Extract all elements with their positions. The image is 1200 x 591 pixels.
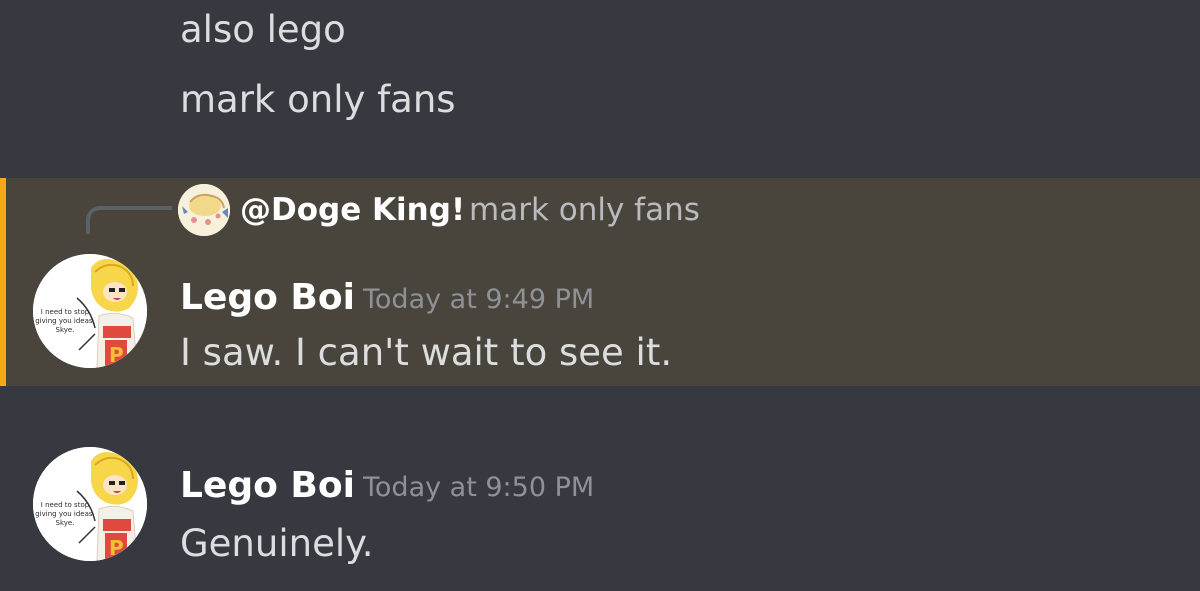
reply-author-avatar[interactable]: [178, 184, 230, 236]
reply-connector: [86, 206, 172, 234]
svg-text:P: P: [109, 343, 124, 367]
mention-highlight-bar: [0, 178, 6, 386]
reply-preview-text[interactable]: mark only fans: [469, 190, 700, 230]
mentioned-message[interactable]: @Doge King! mark only fans P I need to s…: [0, 178, 1200, 386]
chat-message-list: also lego mark only fans @Doge King! mar…: [0, 0, 1200, 591]
message-text-mark-only-fans: mark only fans: [180, 78, 456, 121]
message-timestamp[interactable]: Today at 9:49 PM: [363, 280, 594, 320]
svg-text:P: P: [109, 536, 124, 560]
user-avatar[interactable]: P I need to stop giving you ideas, Skye.: [33, 254, 147, 368]
message-text: Genuinely.: [180, 522, 374, 565]
username[interactable]: Lego Boi: [180, 276, 355, 320]
username[interactable]: Lego Boi: [180, 464, 355, 508]
doge-king-avatar-art: [178, 184, 230, 236]
lego-boi-avatar-art: P: [33, 447, 147, 561]
lego-boi-avatar-art: P: [33, 254, 147, 368]
message-timestamp[interactable]: Today at 9:50 PM: [363, 468, 594, 508]
user-avatar[interactable]: P I need to stop giving you ideas, Skye.: [33, 447, 147, 561]
reply-author-mention[interactable]: @Doge King!: [240, 190, 465, 230]
message-text-also-lego: also lego: [180, 8, 346, 51]
message-text: I saw. I can't wait to see it.: [180, 331, 673, 374]
